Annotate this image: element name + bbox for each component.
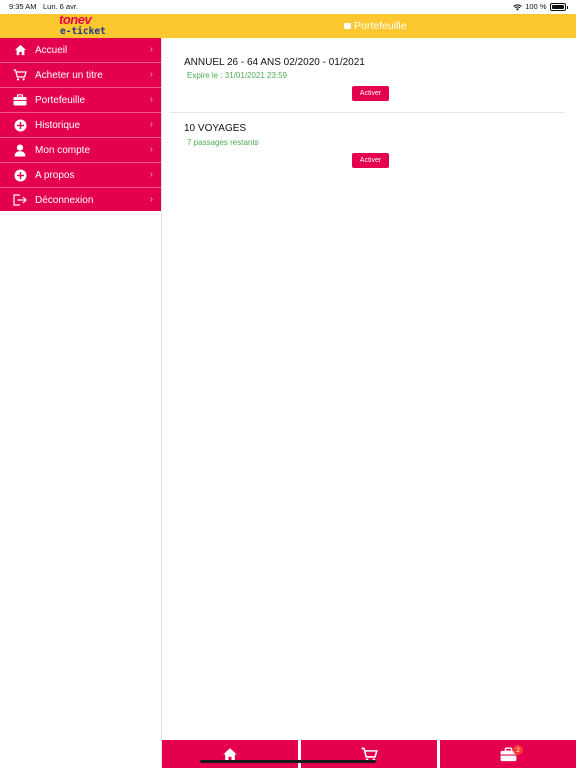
ticket-title: 10 VOYAGES [184, 123, 247, 134]
activate-button[interactable]: Activer [352, 86, 389, 101]
ticket-item: ANNUEL 26 - 64 ANS 02/2020 - 01/2021 Exp… [170, 38, 564, 113]
sidebar-item-label: Mon compte [35, 144, 91, 156]
chevron-right-icon: › [149, 69, 153, 80]
cart-icon [13, 68, 27, 82]
chevron-right-icon: › [149, 94, 153, 105]
tab-wallet[interactable]: 2 [440, 740, 576, 768]
ticket-subtitle: Expire le : 31/01/2021 23:59 [187, 71, 288, 80]
user-icon [13, 143, 27, 157]
sidebar-item-accueil[interactable]: Accueil › [0, 38, 161, 63]
sidebar-menu: Accueil › Acheter un titre › Portefeuill… [0, 38, 161, 211]
tab-cart[interactable] [301, 740, 437, 768]
page-title: Portefeuille [344, 14, 407, 38]
ticket-item: 10 VOYAGES 7 passages restants Activer [170, 113, 564, 187]
home-icon [13, 43, 27, 57]
activate-button[interactable]: Activer [352, 153, 389, 168]
chevron-right-icon: › [149, 194, 153, 205]
sidebar-item-label: Accueil [35, 44, 68, 56]
chevron-right-icon: › [149, 144, 153, 155]
ticket-list: ANNUEL 26 - 64 ANS 02/2020 - 01/2021 Exp… [170, 38, 570, 187]
status-right: 100 % [513, 0, 568, 14]
battery-icon [549, 3, 566, 11]
sidebar-item-label: Portefeuille [35, 94, 86, 106]
logout-icon [13, 193, 27, 207]
plus-circle-icon [13, 118, 27, 132]
sidebar-item-historique[interactable]: Historique › [0, 113, 161, 138]
ticket-subtitle: 7 passages restants [187, 138, 259, 147]
status-time: 9:35 AM [9, 2, 37, 11]
wallet-badge: 2 [513, 745, 523, 755]
ticket-title: ANNUEL 26 - 64 ANS 02/2020 - 01/2021 [184, 57, 365, 68]
logo-subtitle: e-ticket [60, 26, 106, 37]
chevron-right-icon: › [149, 119, 153, 130]
chevron-right-icon: › [149, 44, 153, 55]
plus-circle-icon [13, 168, 27, 182]
sidebar-item-label: Acheter un titre [35, 69, 103, 81]
sidebar-item-label: A propos [35, 169, 75, 181]
wifi-icon [513, 4, 522, 10]
home-indicator [200, 760, 376, 763]
battery-percent: 100 % [525, 2, 547, 11]
sidebar-item-label: Déconnexion [35, 194, 94, 206]
bottom-tab-bar: 2 [162, 740, 576, 768]
sidebar-item-label: Historique [35, 119, 81, 131]
sidebar-item-deconnexion[interactable]: Déconnexion › [0, 188, 161, 212]
logo-brand: tonev [59, 12, 92, 27]
app-logo: tonev e-ticket [56, 12, 106, 38]
sidebar-item-mon-compte[interactable]: Mon compte › [0, 138, 161, 163]
tab-home[interactable] [162, 740, 298, 768]
briefcase-icon [13, 93, 27, 107]
chevron-right-icon: › [149, 169, 153, 180]
sidebar-divider [161, 38, 162, 768]
sidebar-item-a-propos[interactable]: A propos › [0, 163, 161, 188]
wallet-icon [344, 23, 351, 29]
page-title-text: Portefeuille [354, 20, 407, 32]
sidebar-item-portefeuille[interactable]: Portefeuille › [0, 88, 161, 113]
sidebar-item-acheter[interactable]: Acheter un titre › [0, 63, 161, 88]
